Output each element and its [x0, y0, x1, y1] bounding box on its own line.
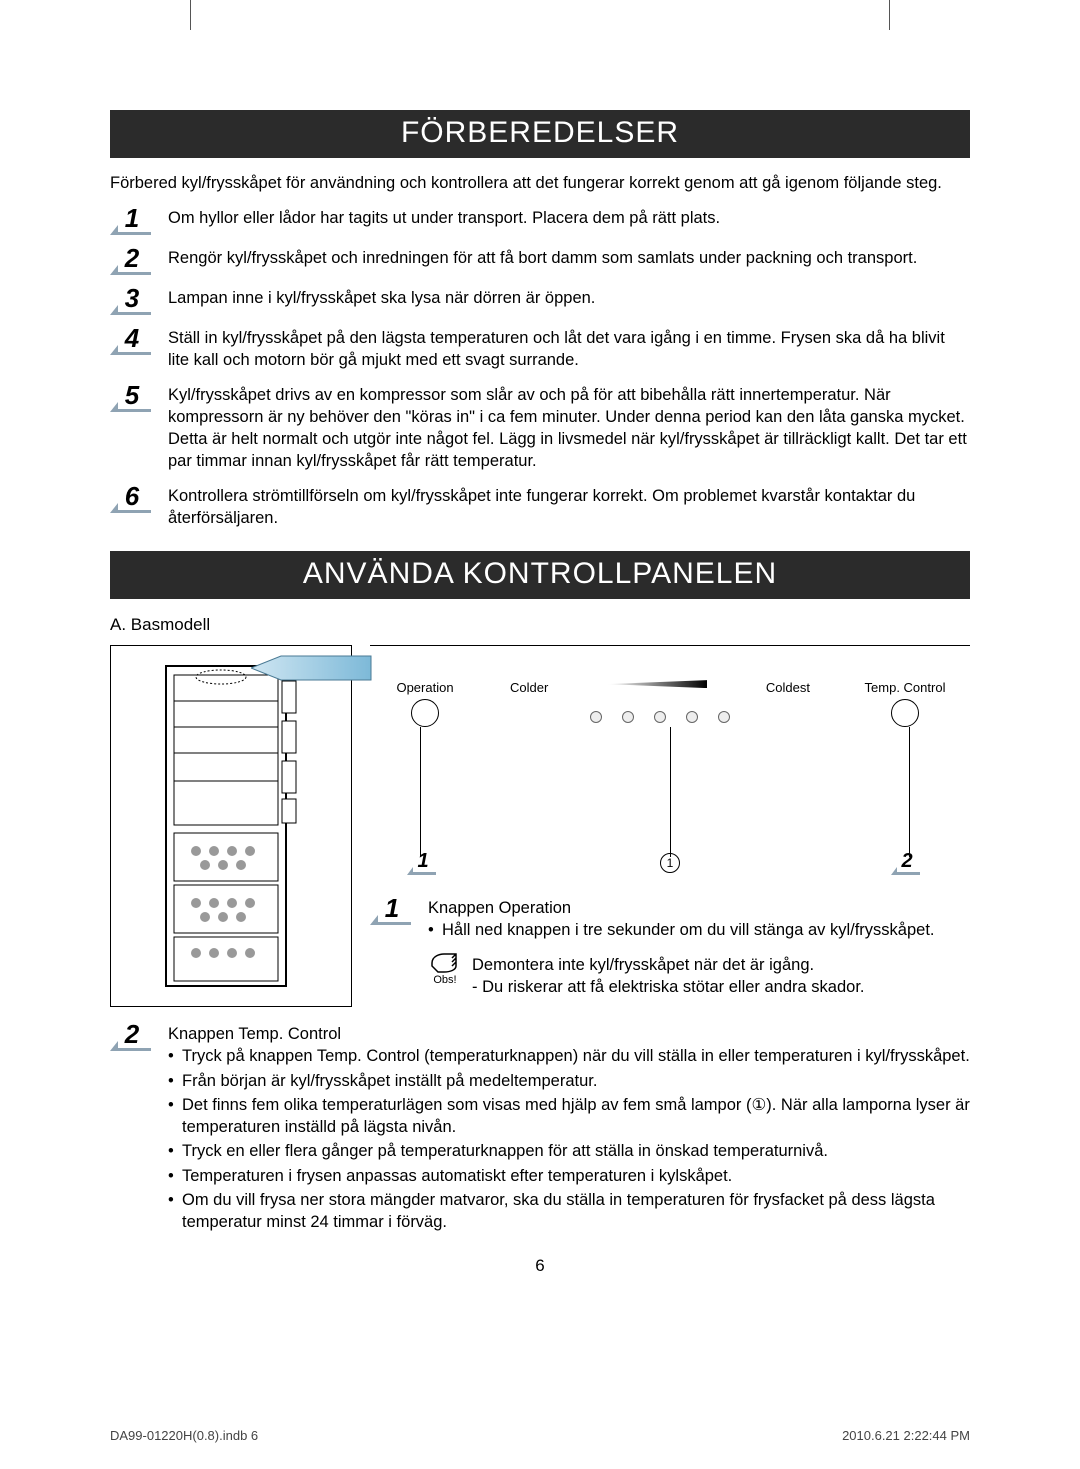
callout-2: 2 [894, 850, 920, 875]
note-line: Demontera inte kyl/frysskåpet när det är… [472, 954, 865, 976]
crop-mark [190, 0, 191, 30]
label-colder: Colder [510, 680, 548, 695]
callout-1: 1 [410, 850, 436, 875]
label-coldest: Coldest [766, 680, 810, 695]
bullet-text: Det finns fem olika temperaturlägen som … [182, 1094, 970, 1139]
step-1: 1 Om hyllor eller lådor har tagits ut un… [110, 205, 970, 235]
step-text: Kontrollera strömtillförseln om kyl/frys… [168, 483, 970, 530]
label-operation: Operation [380, 680, 470, 695]
operation-dial-icon [411, 699, 439, 727]
footer: DA99-01220H(0.8).indb 6 2010.6.21 2:22:4… [110, 1428, 970, 1443]
temp-led-icon [590, 711, 602, 723]
label-temp-control: Temp. Control [850, 680, 960, 695]
step-text: Lampan inne i kyl/frysskåpet ska lysa nä… [168, 285, 595, 309]
temp-led-icon [654, 711, 666, 723]
note-row: Obs! Demontera inte kyl/frysskåpet när d… [428, 952, 970, 999]
intro-text: Förbered kyl/frysskåpet för användning o… [110, 174, 970, 193]
temp-led-icon [718, 711, 730, 723]
temp-control-dial-icon [891, 699, 919, 727]
bullet-text: Från början är kyl/frysskåpet inställt p… [182, 1070, 597, 1092]
bullet-text: Håll ned knappen i tre sekunder om du vi… [442, 919, 935, 941]
panel-row: Operation Colder Coldest [110, 645, 970, 1007]
wedge-icon [607, 680, 707, 688]
note-label: Obs! [433, 974, 456, 986]
bullet-text: Om du vill frysa ner stora mängder matva… [182, 1189, 970, 1234]
step-text: Rengör kyl/frysskåpet och inredningen fö… [168, 245, 917, 269]
footer-left: DA99-01220H(0.8).indb 6 [110, 1428, 258, 1443]
button-1-block: 1 Knappen Operation •Håll ned knappen i … [370, 895, 970, 998]
section-header-preparations: FÖRBEREDELSER [110, 110, 970, 158]
temp-led-icon [686, 711, 698, 723]
fridge-icon [156, 661, 306, 991]
control-panel-column: Operation Colder Coldest [370, 645, 970, 998]
bullet-text: Tryck en eller flera gånger på temperatu… [182, 1140, 828, 1162]
note-icon: Obs! [428, 952, 462, 986]
button-title: Knappen Temp. Control [168, 1023, 970, 1045]
step-6: 6 Kontrollera strömtillförseln om kyl/fr… [110, 483, 970, 530]
model-label: A. Basmodell [110, 615, 970, 635]
callout-circle-1: 1 [660, 853, 680, 873]
bullet-text: Temperaturen i frysen anpassas automatis… [182, 1165, 732, 1187]
step-4: 4 Ställ in kyl/frysskåpet på den lägsta … [110, 325, 970, 372]
step-text: Kyl/frysskåpet drivs av en kompressor so… [168, 382, 970, 473]
section-header-control-panel: ANVÄNDA KONTROLLPANELEN [110, 551, 970, 599]
step-3: 3 Lampan inne i kyl/frysskåpet ska lysa … [110, 285, 970, 315]
manual-page: FÖRBEREDELSER Förbered kyl/frysskåpet fö… [0, 0, 1080, 1469]
crop-mark [889, 0, 890, 30]
step-5: 5 Kyl/frysskåpet drivs av en kompressor … [110, 382, 970, 473]
bullet-text: Tryck på knappen Temp. Control (temperat… [182, 1045, 970, 1067]
note-line: - Du riskerar att få elektriska stötar e… [472, 976, 865, 998]
button-title: Knappen Operation [428, 897, 935, 919]
footer-right: 2010.6.21 2:22:44 PM [842, 1428, 970, 1443]
step-text: Om hyllor eller lådor har tagits ut unde… [168, 205, 720, 229]
arrow-icon [251, 650, 381, 690]
temp-led-icon [622, 711, 634, 723]
step-text: Ställ in kyl/frysskåpet på den lägsta te… [168, 325, 970, 372]
step-2: 2 Rengör kyl/frysskåpet och inredningen … [110, 245, 970, 275]
button-2-block: 2 Knappen Temp. Control •Tryck på knappe… [110, 1021, 970, 1235]
page-number: 6 [110, 1256, 970, 1276]
fridge-illustration [110, 645, 352, 1007]
control-panel-diagram: Operation Colder Coldest [370, 645, 970, 877]
